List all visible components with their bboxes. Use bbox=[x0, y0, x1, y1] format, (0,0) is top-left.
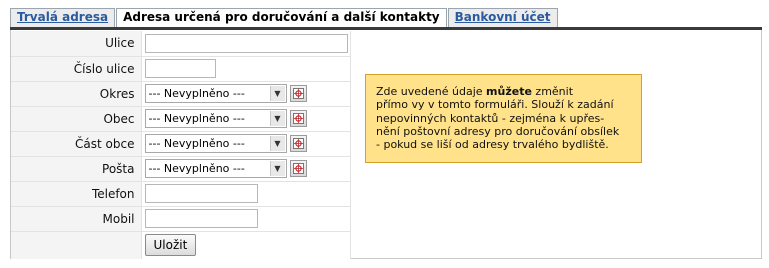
label-cast-obce: Část obce bbox=[11, 131, 142, 157]
row-cislo-ulice: Číslo ulice bbox=[11, 56, 351, 82]
tab-bar: Trvalá adresa Adresa určená pro doručová… bbox=[10, 8, 559, 27]
info-line-1: Zde uvedené údaje můžete změnit bbox=[376, 85, 574, 98]
label-cislo-ulice: Číslo ulice bbox=[11, 56, 142, 82]
okres-select-value: --- Nevyplněno --- bbox=[148, 87, 245, 100]
label-okres: Okres bbox=[11, 81, 142, 107]
picker-icon bbox=[292, 113, 304, 124]
info-line-4: nění poštovní adresy pro doručování obsí… bbox=[376, 124, 620, 138]
obec-picker-button[interactable] bbox=[289, 110, 307, 127]
row-okres: Okres --- Nevyplněno --- ▼ bbox=[11, 81, 351, 107]
okres-select[interactable]: --- Nevyplněno --- ▼ bbox=[144, 84, 287, 103]
okres-picker-button[interactable] bbox=[289, 85, 307, 102]
chevron-down-icon: ▼ bbox=[269, 111, 285, 126]
ulice-input[interactable] bbox=[144, 33, 348, 53]
address-form: Ulice Číslo ulice Okres --- Nevyplněno -… bbox=[11, 31, 351, 259]
mobil-input[interactable] bbox=[144, 209, 258, 228]
cast-obce-select[interactable]: --- Nevyplněno --- ▼ bbox=[144, 134, 287, 153]
label-ulice: Ulice bbox=[11, 31, 142, 57]
label-obec: Obec bbox=[11, 106, 142, 132]
row-save: Uložit bbox=[11, 231, 351, 259]
cast-obce-picker-button[interactable] bbox=[289, 135, 307, 152]
label-telefon: Telefon bbox=[11, 181, 142, 207]
cast-obce-select-value: --- Nevyplněno --- bbox=[148, 137, 245, 150]
save-button[interactable]: Uložit bbox=[144, 234, 197, 257]
row-cast-obce: Část obce --- Nevyplněno --- ▼ bbox=[11, 131, 351, 157]
chevron-down-icon: ▼ bbox=[269, 86, 285, 101]
tab-trvala-adresa[interactable]: Trvalá adresa bbox=[10, 8, 116, 27]
row-posta: Pošta --- Nevyplněno --- ▼ bbox=[11, 156, 351, 182]
tab-bankovni-ucet[interactable]: Bankovní účet bbox=[447, 8, 558, 27]
row-obec: Obec --- Nevyplněno --- ▼ bbox=[11, 106, 351, 132]
obec-select-value: --- Nevyplněno --- bbox=[148, 112, 245, 125]
picker-icon bbox=[292, 138, 304, 149]
row-mobil: Mobil bbox=[11, 206, 351, 232]
telefon-input[interactable] bbox=[144, 184, 258, 203]
posta-select[interactable]: --- Nevyplněno --- ▼ bbox=[144, 159, 287, 178]
obec-select[interactable]: --- Nevyplněno --- ▼ bbox=[144, 109, 287, 128]
cislo-ulice-input[interactable] bbox=[144, 59, 216, 78]
posta-select-value: --- Nevyplněno --- bbox=[148, 162, 245, 175]
picker-icon bbox=[292, 88, 304, 99]
picker-icon bbox=[292, 163, 304, 174]
info-line-3: nepovinných kontaktů - zejména k upřes- bbox=[376, 111, 605, 125]
info-line-5: - pokud se liší od adresy trvalého bydli… bbox=[376, 138, 609, 152]
posta-picker-button[interactable] bbox=[289, 160, 307, 177]
chevron-down-icon: ▼ bbox=[269, 161, 285, 176]
info-line-2: přímo vy v tomto formuláři. Slouží k zad… bbox=[376, 98, 614, 112]
label-posta: Pošta bbox=[11, 156, 142, 182]
chevron-down-icon: ▼ bbox=[269, 136, 285, 151]
info-box: Zde uvedené údaje můžete změnit přímo vy… bbox=[365, 74, 642, 163]
label-mobil: Mobil bbox=[11, 206, 142, 232]
row-ulice: Ulice bbox=[11, 31, 351, 57]
tab-dorucovaci-adresa[interactable]: Adresa určená pro doručování a další kon… bbox=[116, 8, 447, 27]
row-telefon: Telefon bbox=[11, 181, 351, 207]
